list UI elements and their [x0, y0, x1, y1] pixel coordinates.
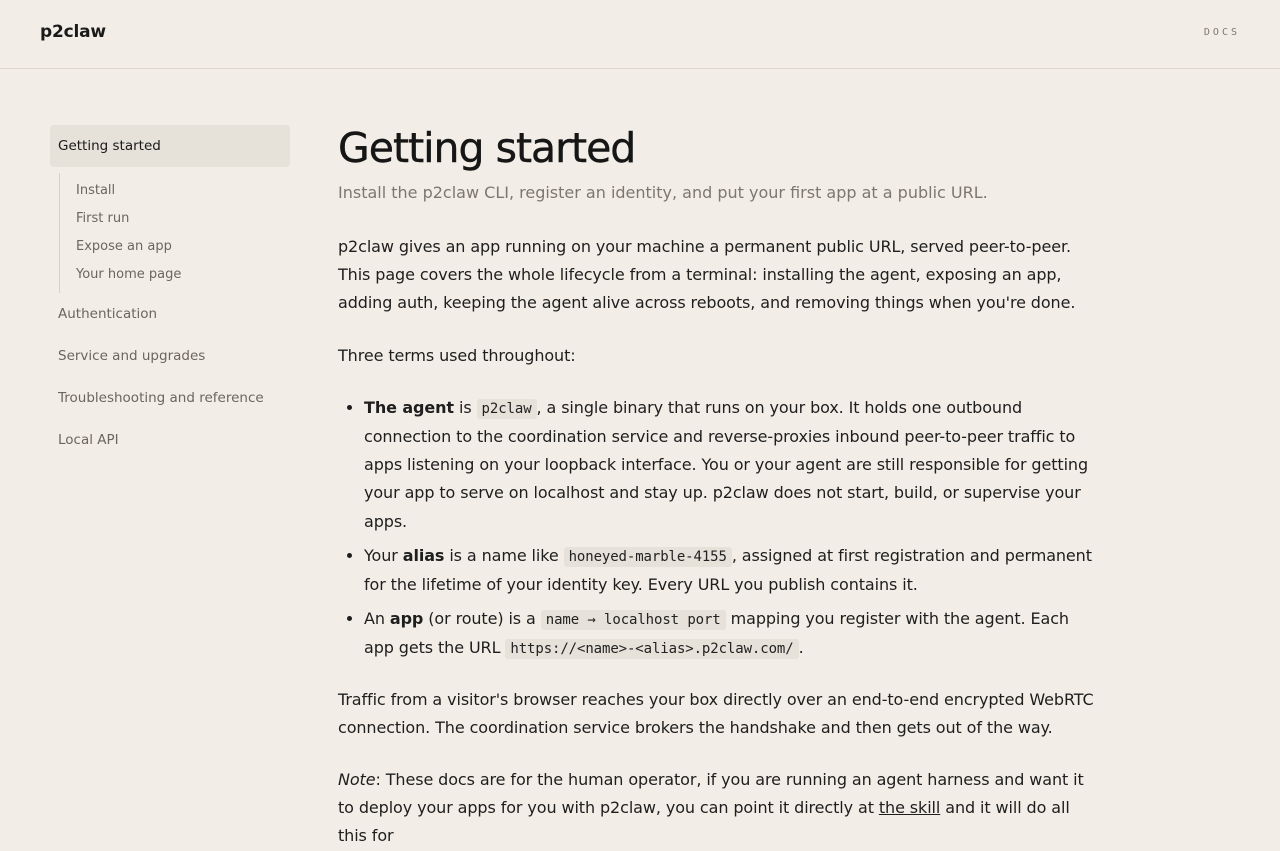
main-content: Getting started Install the p2claw CLI, … [338, 120, 1098, 851]
code-p2claw: p2claw [476, 398, 537, 419]
code-port-mapping: name → localhost port [540, 610, 726, 631]
sidebar-subitem-expose-an-app[interactable]: Expose an app [76, 233, 290, 261]
code-app-url: https://<name>-<alias>.p2claw.com/ [505, 639, 799, 660]
term-agent-label: The agent [364, 397, 454, 417]
note-paragraph: Note: These docs are for the human opera… [338, 770, 1084, 846]
sidebar-item-service-and-upgrades[interactable]: Service and upgrades [50, 335, 290, 377]
sidebar-item-getting-started[interactable]: Getting started [50, 125, 290, 167]
term-agent: The agent is p2claw, a single binary tha… [364, 394, 1098, 536]
term-alias-label: alias [402, 545, 445, 565]
sidebar-item-authentication[interactable]: Authentication [50, 293, 290, 335]
sidebar-nav: Getting started Install First run Expose… [50, 125, 290, 461]
note-label: Note [338, 770, 376, 790]
page-subtitle: Install the p2claw CLI, register an iden… [338, 183, 988, 202]
intro-paragraph: p2claw gives an app running on your mach… [338, 237, 1076, 313]
terms-list: The agent is p2claw, a single binary tha… [338, 394, 1098, 664]
docs-link[interactable]: DOCS [1204, 27, 1240, 38]
brand-logo[interactable]: p2claw [40, 22, 106, 42]
term-alias: Your alias is a name like honeyed-marble… [364, 542, 1098, 599]
term-app: An app (or route) is a name → localhost … [364, 605, 1098, 663]
traffic-paragraph: Traffic from a visitor's browser reaches… [338, 689, 1094, 737]
term-app-label: app [389, 609, 424, 629]
sidebar-subitem-first-run[interactable]: First run [76, 205, 290, 233]
top-bar: p2claw DOCS [0, 0, 1280, 69]
code-alias-example: honeyed-marble-4155 [563, 546, 732, 567]
page-title: Getting started [338, 124, 637, 172]
skill-link[interactable]: the skill [879, 798, 940, 817]
sidebar-subnav: Install First run Expose an app Your hom… [59, 173, 290, 293]
sidebar-item-troubleshooting[interactable]: Troubleshooting and reference [50, 377, 290, 419]
sidebar-item-local-api[interactable]: Local API [50, 419, 290, 461]
sidebar-subitem-your-home-page[interactable]: Your home page [76, 261, 290, 289]
terms-lead: Three terms used throughout: [338, 345, 576, 365]
sidebar-subitem-install[interactable]: Install [76, 177, 290, 205]
